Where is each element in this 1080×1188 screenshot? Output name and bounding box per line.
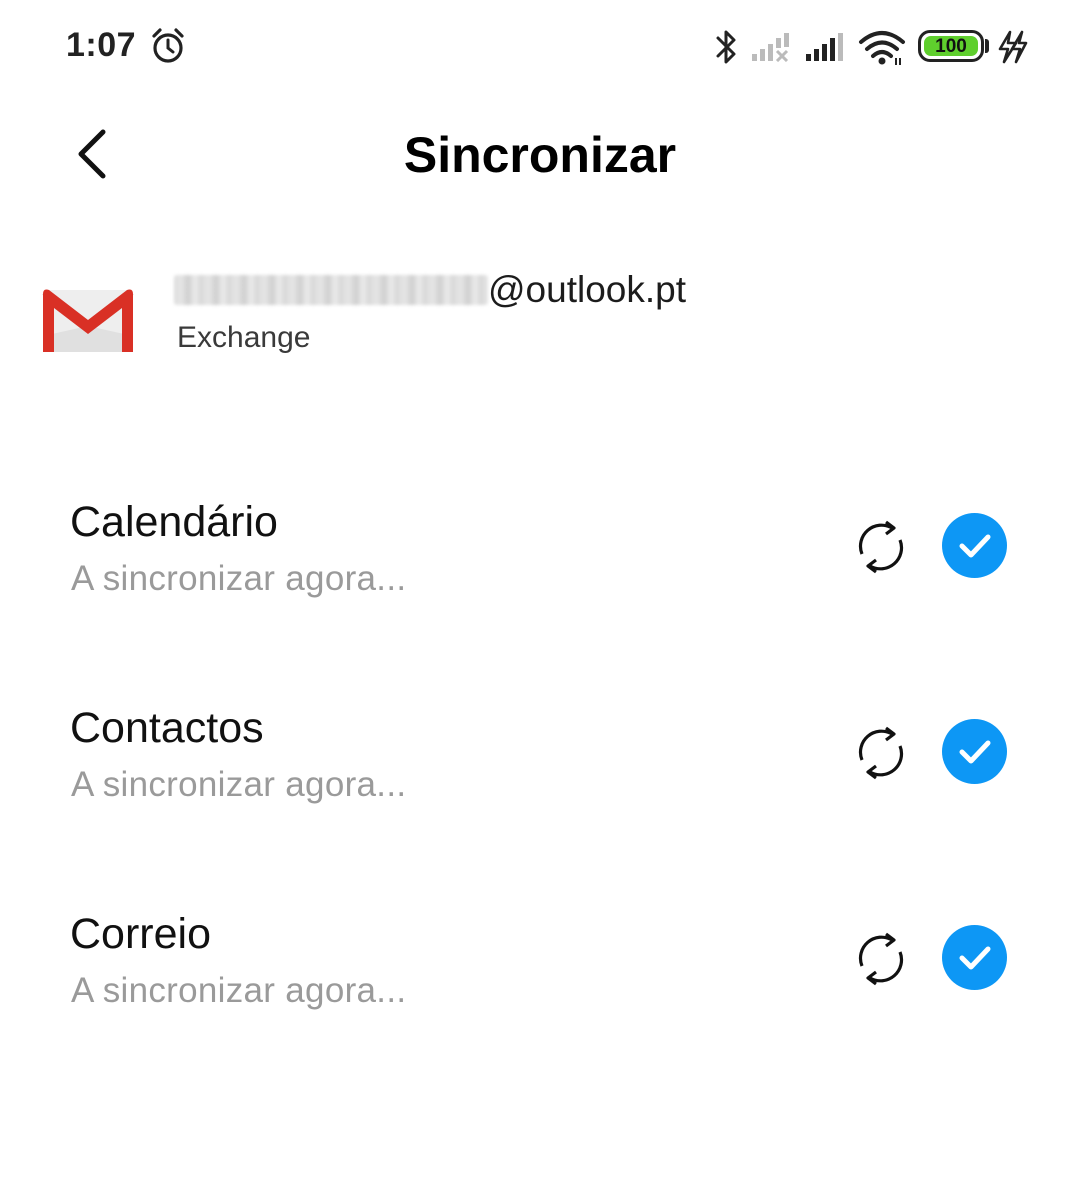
checkmark-icon: [959, 534, 990, 557]
sync-item-title: Contactos: [70, 704, 264, 752]
status-time: 1:07: [66, 26, 137, 64]
sync-checkbox[interactable]: [942, 925, 1007, 990]
signal-icon: [806, 33, 843, 61]
sync-item-contacts[interactable]: Contactos A sincronizar agora...: [0, 656, 1080, 862]
battery-cap: [985, 39, 989, 53]
bluetooth-icon: [716, 30, 736, 64]
checkmark-icon: [959, 740, 990, 763]
sync-icon: [858, 932, 904, 986]
sync-item-calendar[interactable]: Calendário A sincronizar agora...: [0, 450, 1080, 656]
alarm-icon: [152, 28, 184, 63]
charging-icon: [998, 30, 1028, 64]
account-email: @outlook.pt: [174, 268, 686, 312]
sync-checkbox[interactable]: [942, 513, 1007, 578]
sync-item-status: A sincronizar agora...: [71, 559, 407, 598]
sync-icon: [858, 726, 904, 780]
sync-item-title: Correio: [70, 910, 211, 958]
sync-item-status: A sincronizar agora...: [71, 971, 407, 1010]
sync-icon: [858, 520, 904, 574]
account-email-domain: @outlook.pt: [488, 269, 687, 310]
wifi-icon: [859, 31, 905, 65]
sync-item-status: A sincronizar agora...: [71, 765, 407, 804]
sync-checkbox[interactable]: [942, 719, 1007, 784]
signal-no-service-icon: [752, 33, 789, 62]
gmail-icon: [42, 289, 134, 352]
status-bar: 1:07 100: [0, 0, 1080, 92]
account-type: Exchange: [177, 321, 311, 354]
checkmark-icon: [959, 946, 990, 969]
account-header: @outlook.pt Exchange: [0, 250, 1080, 380]
sync-item-title: Calendário: [70, 498, 278, 546]
redacted-username: [174, 275, 488, 305]
battery-level: 100: [924, 36, 978, 56]
sync-item-mail[interactable]: Correio A sincronizar agora...: [0, 862, 1080, 1068]
battery-icon: 100: [918, 30, 984, 62]
page-title: Sincronizar: [403, 127, 677, 183]
sync-list: Calendário A sincronizar agora... Contac…: [0, 450, 1080, 1068]
